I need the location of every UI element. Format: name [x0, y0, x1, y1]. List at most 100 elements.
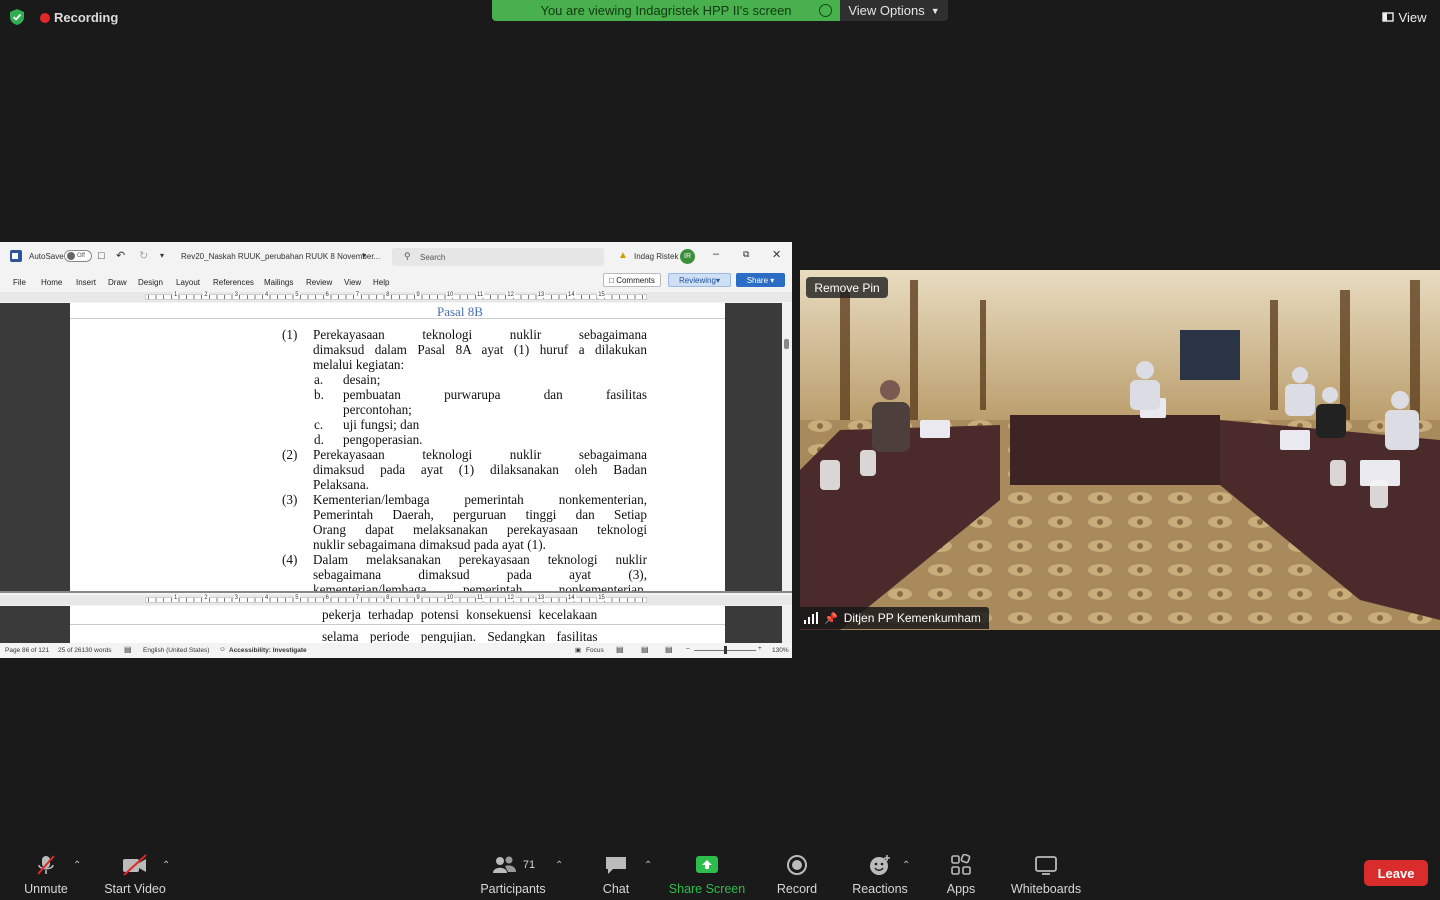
share-button[interactable]: Share ▾	[736, 273, 785, 287]
tab-layout[interactable]: Layout	[176, 278, 200, 287]
tab-help[interactable]: Help	[373, 278, 389, 287]
ruler-number: 14	[566, 292, 576, 298]
scroll-thumb[interactable]	[784, 339, 789, 349]
horizontal-ruler-lower[interactable]: 1 2 3 4 5 6 7 8 9 10 11 12 13 14 15	[0, 595, 792, 605]
chat-button[interactable]: Chat	[596, 854, 636, 896]
participants-chevron-icon[interactable]: ⌃	[555, 860, 563, 871]
proofing-icon[interactable]: ▤	[124, 645, 132, 654]
remove-pin-button[interactable]: Remove Pin	[806, 277, 888, 298]
customize-toolbar-icon[interactable]: ▾	[160, 251, 164, 260]
chat-chevron-icon[interactable]: ⌃	[644, 860, 652, 871]
document-line: Perekayasaan teknologi nuklir sebagaiman…	[313, 447, 647, 462]
unmute-button[interactable]: Unmute	[22, 854, 70, 896]
share-screen-button[interactable]: Share Screen	[666, 854, 748, 896]
view-label: View	[1398, 9, 1427, 25]
word-status-bar: Page 86 of 121 25 of 26130 words ▤ Engli…	[0, 643, 792, 658]
document-line: percontohan;	[343, 402, 412, 417]
chevron-down-icon: ▼	[930, 5, 940, 16]
video-options-chevron-icon[interactable]: ⌃	[162, 860, 170, 871]
ruler-number: 7	[354, 595, 361, 601]
zoom-level[interactable]: 130%	[772, 647, 789, 654]
search-input[interactable]: ⚲ Search	[392, 248, 604, 266]
read-mode-icon[interactable]: ▤	[616, 645, 624, 654]
tab-design[interactable]: Design	[138, 278, 163, 287]
restore-icon[interactable]: ⧉	[743, 249, 749, 260]
circle-icon[interactable]	[819, 4, 832, 17]
shield-check-icon[interactable]	[8, 8, 26, 26]
recording-indicator[interactable]: Recording	[40, 10, 118, 25]
print-layout-icon[interactable]: ▤	[641, 645, 649, 654]
ruler-number: 13	[536, 292, 546, 298]
apps-button[interactable]: Apps	[942, 854, 980, 896]
zoom-slider-thumb[interactable]	[724, 646, 727, 654]
ruler-number: 11	[476, 595, 485, 601]
comments-button[interactable]: □ Comments	[603, 273, 661, 287]
whiteboards-label: Whiteboards	[1010, 882, 1082, 896]
vertical-scrollbar[interactable]	[782, 303, 792, 591]
audio-options-chevron-icon[interactable]: ⌃	[73, 860, 81, 871]
ruler-number: 8	[385, 292, 391, 298]
lower-line-2-text: selama periode pengujian. Sedangkan fasi…	[322, 629, 598, 643]
account-avatar[interactable]: IR	[680, 249, 695, 264]
reactions-chevron-icon[interactable]: ⌃	[902, 860, 910, 871]
ruler-number: 7	[354, 292, 361, 298]
document-line: Dalam melaksanakan perekayasaan teknolog…	[313, 552, 647, 567]
minimize-icon[interactable]: –	[713, 248, 719, 260]
participant-name-label: 📌 Ditjen PP Kemenkumham	[800, 607, 989, 629]
document-title[interactable]: Rev20_Naskah RUUK_perubahan RUUK 8 Novem…	[181, 252, 380, 261]
ruler-number: 8	[385, 595, 391, 601]
view-options-button[interactable]: View Options ▼	[840, 0, 948, 21]
viewing-screen-banner: You are viewing Indagristek HPP II's scr…	[492, 0, 840, 21]
split-divider[interactable]	[0, 591, 792, 593]
reactions-label: Reactions	[852, 882, 908, 896]
tab-home[interactable]: Home	[41, 278, 62, 287]
tab-file[interactable]: File	[13, 278, 26, 287]
page-count[interactable]: Page 86 of 121	[5, 647, 49, 654]
pinned-video-tile[interactable]	[800, 270, 1440, 630]
shared-screen: AutoSave Off □ ↶ ↻ ▾ Rev20_Naskah RUUK_p…	[0, 242, 792, 658]
list-letter: d.	[314, 432, 324, 447]
document-line: nuklir sebagaimana dimaksud pada ayat (1…	[313, 537, 546, 552]
tab-draw[interactable]: Draw	[108, 278, 127, 287]
title-chevron-icon[interactable]: ▾	[362, 251, 366, 260]
document-line: Perekayasaan teknologi nuklir sebagaiman…	[313, 327, 647, 342]
undo-icon[interactable]: ↶	[116, 249, 125, 262]
record-button[interactable]: Record	[772, 854, 822, 896]
search-icon: ⚲	[404, 251, 411, 261]
paragraph-number: (4)	[282, 552, 298, 567]
remove-pin-label: Remove Pin	[814, 280, 880, 295]
participants-button[interactable]: 71 Participants	[476, 854, 550, 896]
close-icon[interactable]: ✕	[772, 248, 781, 261]
ruler-number: 2	[203, 292, 209, 298]
tab-insert[interactable]: Insert	[76, 278, 96, 287]
web-layout-icon[interactable]: ▤	[665, 645, 673, 654]
tab-review[interactable]: Review	[306, 278, 332, 287]
document-pane-upper[interactable]: Pasal 8B (1) Perekayasaan teknologi nukli…	[0, 303, 782, 591]
muted-mic-icon	[37, 855, 55, 875]
account-name[interactable]: Indag Ristek	[634, 252, 678, 261]
language[interactable]: English (United States)	[143, 647, 209, 654]
leave-button[interactable]: Leave	[1364, 860, 1428, 886]
meeting-room-video	[800, 270, 1440, 630]
horizontal-ruler[interactable]: 1 2 3 4 5 6 7 8 9 10 11 12 13 14 15	[0, 292, 792, 302]
tab-references[interactable]: References	[213, 278, 254, 287]
focus-mode[interactable]: Focus	[586, 647, 604, 654]
view-button[interactable]: View	[1372, 6, 1436, 28]
whiteboards-button[interactable]: Whiteboards	[1008, 854, 1084, 896]
document-pane-lower[interactable]: pekerja terhadap potensi konsekuensi kec…	[0, 606, 782, 643]
word-count[interactable]: 25 of 26130 words	[58, 647, 111, 654]
vertical-scrollbar-lower[interactable]	[782, 606, 792, 643]
start-video-button[interactable]: Start Video	[100, 854, 170, 896]
save-icon[interactable]: □	[98, 250, 105, 262]
document-line: Pelaksana.	[313, 477, 370, 492]
zoom-out-icon[interactable]: –	[686, 645, 690, 652]
participants-icon	[492, 856, 516, 873]
redo-icon[interactable]: ↻	[139, 249, 148, 262]
zoom-in-icon[interactable]: +	[758, 645, 762, 652]
tab-mailings[interactable]: Mailings	[264, 278, 293, 287]
meeting-toolbar: Unmute ⌃ Start Video ⌃ 71 Participants ⌃…	[0, 846, 1440, 900]
accessibility-status[interactable]: Accessibility: Investigate	[229, 647, 307, 654]
tab-view[interactable]: View	[344, 278, 361, 287]
warning-icon[interactable]: ▲	[618, 250, 628, 261]
reviewing-mode-button[interactable]: Reviewing ▾	[668, 273, 731, 287]
